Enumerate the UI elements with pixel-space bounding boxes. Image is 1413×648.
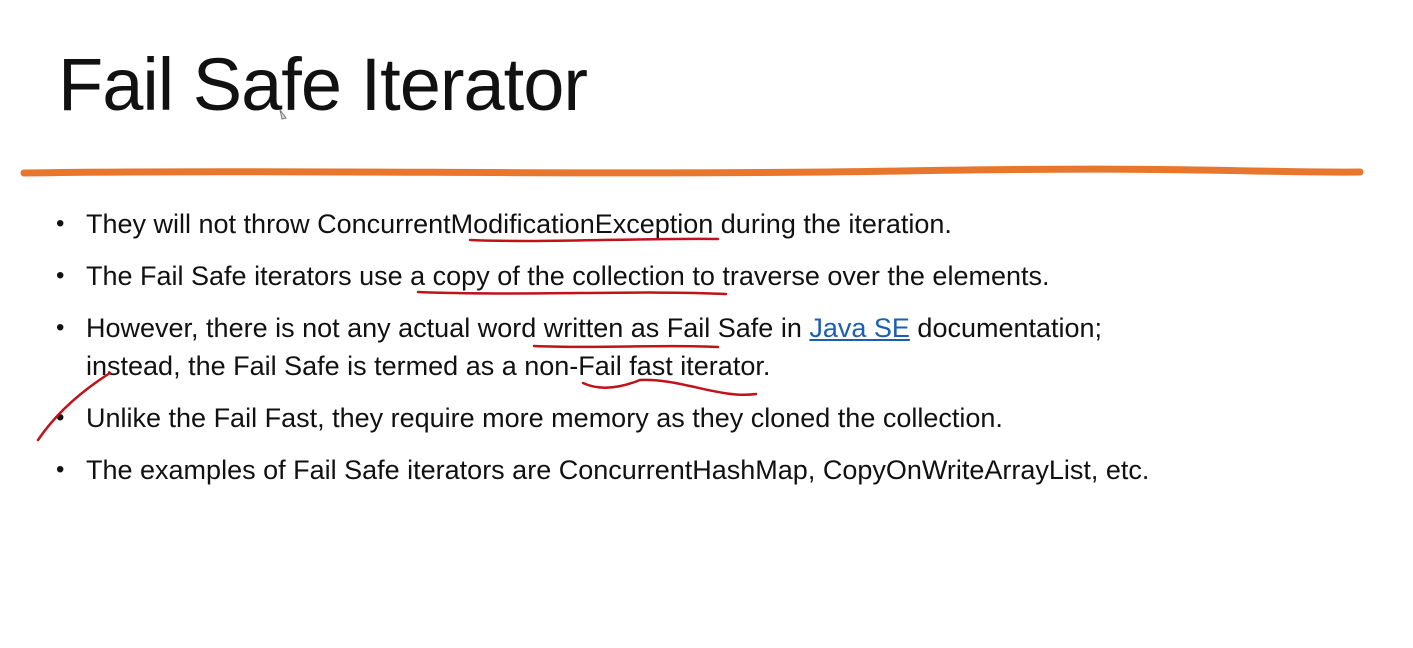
bullet-item: • Unlike the Fail Fast, they require mor…: [56, 399, 1376, 437]
bullet-item: • The Fail Safe iterators use a copy of …: [56, 257, 1376, 295]
bullet-item: • However, there is not any actual word …: [56, 309, 1376, 385]
bullet-text: They will not throw ConcurrentModificati…: [86, 209, 952, 239]
slide: Fail Safe Iterator • They will not throw…: [0, 0, 1413, 648]
bullet-list: • They will not throw ConcurrentModifica…: [56, 205, 1376, 503]
bullet-dot: •: [56, 404, 65, 431]
bullet-text: The examples of Fail Safe iterators are …: [86, 455, 1150, 485]
bullet-text: documentation;: [909, 313, 1103, 343]
bullet-text-continued: instead, the Fail Safe is termed as a no…: [86, 351, 771, 381]
bullet-dot: •: [56, 210, 65, 237]
bullet-item: • They will not throw ConcurrentModifica…: [56, 205, 1376, 243]
bullet-text: However, there is not any actual word wr…: [86, 313, 810, 343]
bullet-text: The Fail Safe iterators use a copy of th…: [86, 261, 1050, 291]
bullet-dot: •: [56, 314, 65, 341]
bullet-text: Unlike the Fail Fast, they require more …: [86, 403, 1003, 433]
bullet-item: • The examples of Fail Safe iterators ar…: [56, 451, 1376, 489]
bullet-dot: •: [56, 456, 65, 483]
java-se-link[interactable]: Java SE: [809, 313, 910, 343]
bullet-dot: •: [56, 262, 65, 289]
